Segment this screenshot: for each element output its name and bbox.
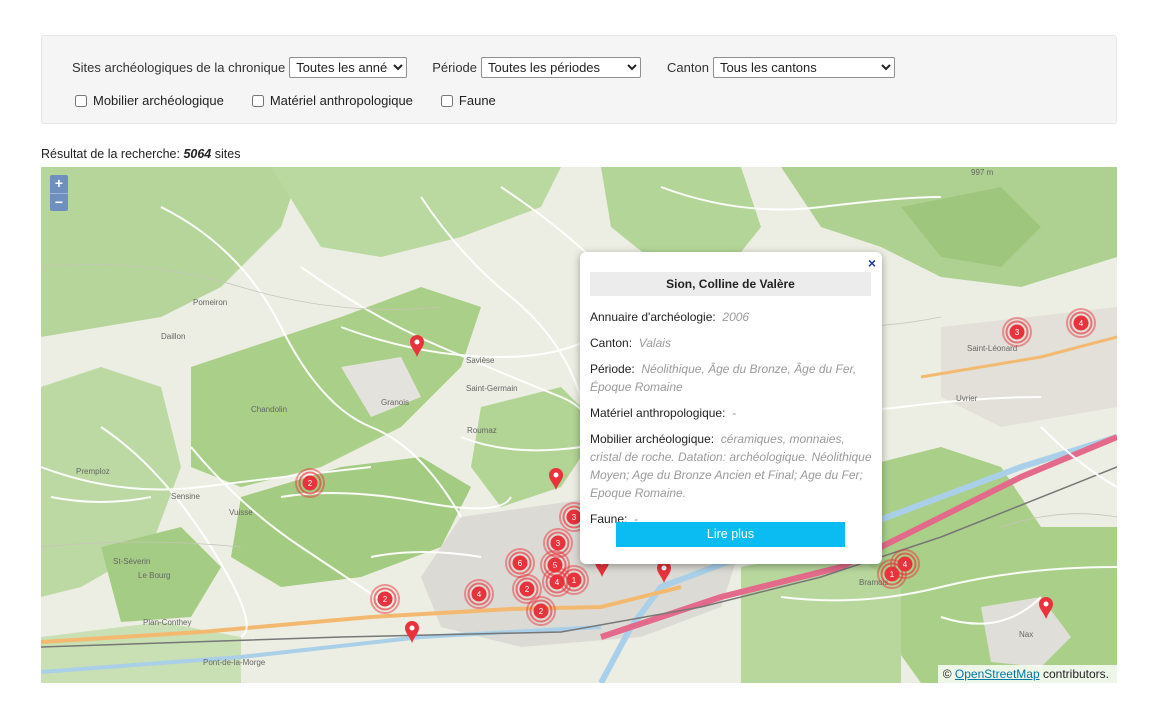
faune-checkbox[interactable] [440,94,453,107]
cluster-count: 2 [539,607,544,616]
lire-plus-button[interactable]: Lire plus [616,522,845,547]
place-label: 997 m [971,168,994,177]
cluster-count: 6 [518,559,523,568]
field-label: Matériel anthropologique: [590,406,726,420]
anthropologique-checkbox-item[interactable]: Matériel anthropologique [251,93,413,108]
anthropologique-checkbox-label: Matériel anthropologique [269,93,413,108]
popup-title: Sion, Colline de Valère [590,272,871,296]
close-icon[interactable]: × [868,255,876,271]
site-cluster[interactable]: 4 [890,549,920,579]
faune-checkbox-item[interactable]: Faune [440,93,496,108]
cluster-count: 2 [383,595,388,604]
popup-field-mobilier: Mobilier archéologique: céramiques, monn… [590,430,872,502]
map-attribution: © OpenStreetMap contributors. [937,665,1117,683]
filter-panel: Sites archéologiques de la chronique Tou… [41,35,1117,124]
year-select[interactable]: Toutes les années [289,57,408,78]
period-select[interactable]: Toutes les périodes [481,57,642,78]
place-label: Roumaz [467,426,497,435]
map-pin-dot [1043,601,1049,607]
place-label: Sensine [171,492,200,501]
cluster-count: 3 [556,539,561,548]
mobilier-checkbox[interactable] [75,94,87,107]
mobilier-checkbox-label: Mobilier archéologique [93,93,224,108]
cluster-count: 4 [903,560,908,569]
canton-label: Canton [667,60,709,75]
map-tiles[interactable]: Pomeiron Daillon Chandolin Premploz Sens… [41,167,1117,683]
map-pin-dot [553,472,559,478]
popup-field-materiel: Matériel anthropologique: - [590,404,872,422]
cluster-count: 4 [1079,319,1084,328]
site-cluster[interactable]: 2 [370,584,400,614]
zoom-in-button[interactable]: + [50,175,68,193]
result-count: 5064 [183,147,212,161]
place-label: Nax [1019,630,1033,639]
cluster-count: 1 [572,576,577,585]
result-summary: Résultat de la recherche: 5064 sites [41,147,240,161]
place-label: Plan-Conthey [143,618,191,627]
openstreetmap-link[interactable]: OpenStreetMap [955,667,1040,681]
field-label: Annuaire d'archéologie: [590,310,716,324]
place-label: Pomeiron [193,298,227,307]
field-value: - [732,406,737,420]
popup-field-periode: Période: Néolithique, Âge du Bronze, Âge… [590,360,872,396]
place-label: Saint-Germain [466,384,518,393]
filter-row-checkboxes: Mobilier archéologique Matériel anthropo… [75,93,524,108]
site-cluster[interactable]: 3 [1002,317,1032,347]
cluster-count: 2 [525,585,530,594]
place-label: Le Bourg [138,571,170,580]
map-pin-dot [661,565,667,571]
place-label: Chandolin [251,405,287,414]
zoom-control: + − [50,175,68,211]
cluster-count: 2 [308,479,313,488]
field-label: Mobilier archéologique: [590,432,715,446]
filter-row-selects: Sites archéologiques de la chronique Tou… [72,57,895,78]
field-value: 2006 [722,310,750,324]
cluster-count: 3 [572,513,577,522]
cluster-count: 4 [477,590,482,599]
map[interactable]: Pomeiron Daillon Chandolin Premploz Sens… [41,167,1117,683]
place-label: Premploz [76,467,110,476]
anthropologique-checkbox[interactable] [251,94,264,107]
zoom-out-button[interactable]: − [50,193,68,211]
cluster-count: 3 [1015,328,1020,337]
site-cluster[interactable]: 1 [559,565,589,595]
mobilier-checkbox-item[interactable]: Mobilier archéologique [75,93,224,108]
faune-checkbox-label: Faune [458,93,496,108]
popup-field-canton: Canton: Valais [590,334,872,352]
place-label: St-Séverin [113,557,150,566]
attribution-suffix: contributors. [1042,667,1109,681]
result-suffix: sites [214,147,241,161]
period-label: Période [432,60,478,75]
map-pin-dot [409,625,415,631]
site-cluster[interactable]: 2 [295,468,325,498]
site-cluster[interactable]: 2 [512,574,542,604]
site-cluster[interactable]: 6 [505,548,535,578]
attribution-prefix: © [942,667,952,681]
site-cluster[interactable]: 4 [1066,308,1096,338]
field-label: Canton: [590,336,633,350]
place-label: Pont-de-la-Morge [203,658,266,667]
canton-select[interactable]: Tous les cantons [712,57,895,78]
place-label: Daillon [161,332,185,341]
result-prefix: Résultat de la recherche: [41,147,180,161]
site-popup: × Sion, Colline de Valère Annuaire d'arc… [580,252,882,564]
field-label: Période: [590,362,635,376]
place-label: Saint-Léonard [967,344,1017,353]
sites-label: Sites archéologiques de la chronique [72,60,286,75]
field-value: Valais [638,336,671,350]
popup-fields: Annuaire d'archéologie: 2006 Canton: Val… [590,308,872,536]
popup-field-annuaire: Annuaire d'archéologie: 2006 [590,308,872,326]
place-label: Uvrier [956,394,978,403]
place-label: Vuisse [229,508,253,517]
place-label: Savièse [466,356,495,365]
place-label: Granois [381,398,409,407]
map-pin-dot [414,339,420,345]
site-cluster[interactable]: 4 [464,579,494,609]
site-cluster[interactable]: 2 [526,596,556,626]
